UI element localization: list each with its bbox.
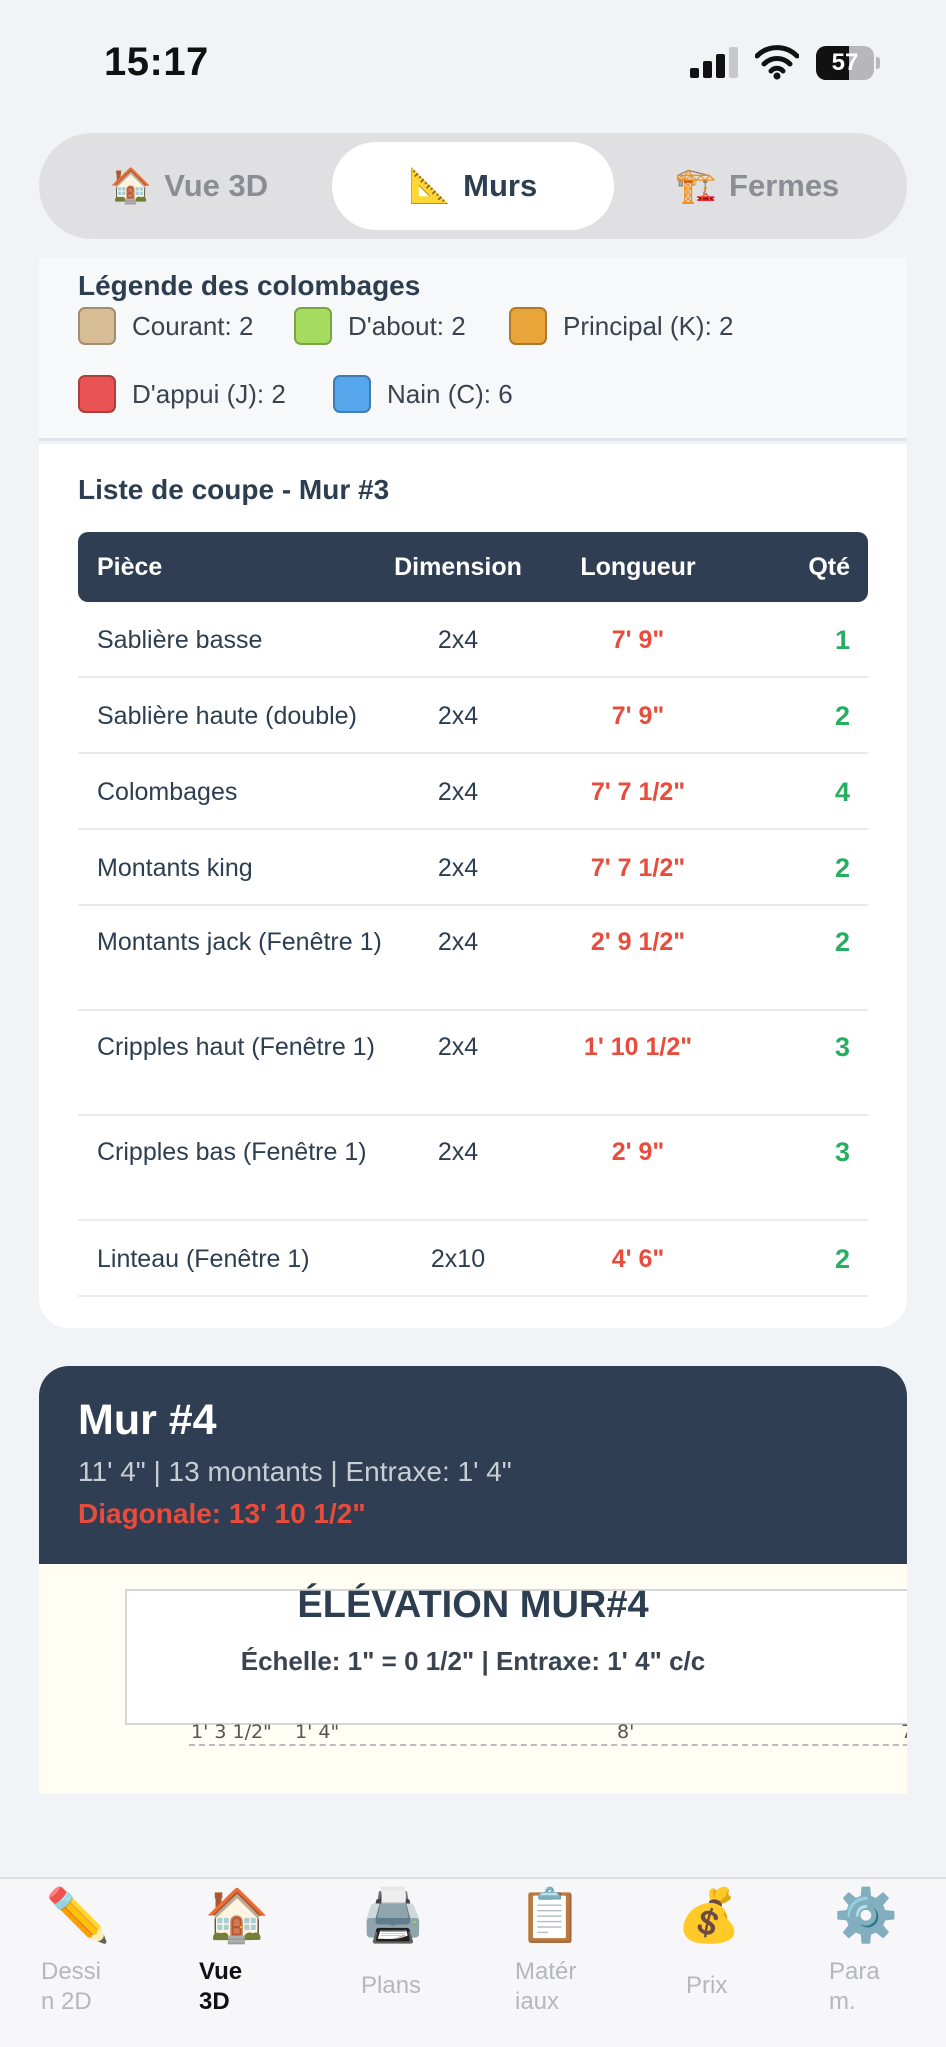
- house-icon: 🏠: [109, 167, 153, 205]
- construction-crane-icon: 🏗️: [674, 167, 718, 205]
- dimension-label: 1' 3 1/2": [191, 1721, 272, 1743]
- color-swatch: [509, 307, 547, 345]
- battery-icon: 57: [816, 46, 880, 80]
- legend-item-principal: Principal (K): 2: [509, 306, 734, 346]
- table-row: Linteau (Fenêtre 1) 2x10 4' 6" 2: [78, 1221, 868, 1297]
- wifi-icon: [755, 45, 799, 80]
- status-bar: 15:17 57: [0, 0, 946, 120]
- dimension-line: [189, 1744, 907, 1746]
- battery-level: 57: [831, 49, 859, 76]
- tab-vue-3d[interactable]: 🏠 Vue 3D: [48, 142, 330, 230]
- bottom-tab-bar: ✏️ Dessi n 2D 🏠 Vue 3D 🖨️ Plans 📋 Matér …: [0, 1877, 946, 2047]
- nav-plans[interactable]: 🖨️ Plans: [323, 1879, 463, 2047]
- nav-materiaux[interactable]: 📋 Matér iaux: [480, 1879, 620, 2047]
- color-swatch: [78, 375, 116, 413]
- legend-item-nain: Nain (C): 6: [333, 374, 513, 414]
- table-row: Montants king 2x4 7' 7 1/2" 2: [78, 830, 868, 906]
- header-dimension: Dimension: [394, 553, 522, 581]
- table-row: Cripples bas (Fenêtre 1) 2x4 2' 9" 3: [78, 1116, 868, 1221]
- elevation-title: ÉLÉVATION MUR#4: [297, 1584, 649, 1626]
- tab-label: Murs: [463, 168, 538, 203]
- nav-prix[interactable]: 💰 Prix: [639, 1879, 779, 2047]
- nav-vue-3d[interactable]: 🏠 Vue 3D: [167, 1879, 307, 2047]
- table-header: Pièce Dimension Longueur Qté: [78, 532, 868, 602]
- header-longueur: Longueur: [580, 553, 696, 581]
- dimension-label: 8': [617, 1721, 635, 1743]
- wall-header[interactable]: Mur #4 11' 4" | 13 montants | Entraxe: 1…: [39, 1366, 907, 1564]
- color-swatch: [333, 375, 371, 413]
- table-row: Sablière haute (double) 2x4 7' 9" 2: [78, 678, 868, 754]
- tab-label: Fermes: [729, 168, 840, 203]
- elevation-drawing[interactable]: ÉLÉVATION MUR#4 Échelle: 1" = 0 1/2" | E…: [39, 1564, 907, 1794]
- cut-list-title: Liste de coupe - Mur #3: [78, 474, 390, 505]
- wall-diagonal: Diagonale: 13' 10 1/2": [78, 1498, 366, 1529]
- color-swatch: [78, 307, 116, 345]
- wall-title: Mur #4: [78, 1396, 217, 1444]
- legend-item-courant: Courant: 2: [78, 306, 253, 346]
- pencil-icon: ✏️: [45, 1887, 111, 1945]
- tab-murs[interactable]: 📐 Murs: [332, 142, 614, 230]
- gear-icon: ⚙️: [833, 1887, 899, 1945]
- triangle-ruler-icon: 📐: [408, 167, 452, 205]
- printer-icon: 🖨️: [360, 1887, 426, 1945]
- house-icon: 🏠: [204, 1887, 270, 1945]
- money-bag-icon: 💰: [676, 1887, 742, 1945]
- header-piece: Pièce: [97, 553, 163, 581]
- legend-item-dappui: D'appui (J): 2: [78, 374, 286, 414]
- elevation-scale: Échelle: 1" = 0 1/2" | Entraxe: 1' 4" c/…: [240, 1646, 706, 1676]
- clipboard-icon: 📋: [517, 1887, 583, 1945]
- color-swatch: [294, 307, 332, 345]
- cellular-signal-icon: [690, 47, 740, 78]
- table-row: Colombages 2x4 7' 7 1/2" 4: [78, 754, 868, 830]
- status-time: 15:17: [104, 40, 209, 84]
- table-row: Montants jack (Fenêtre 1) 2x4 2' 9 1/2" …: [78, 906, 868, 1011]
- nav-dessin-2d[interactable]: ✏️ Dessi n 2D: [8, 1879, 148, 2047]
- legend-title: Légende des colombages: [78, 270, 421, 301]
- wall-meta: 11' 4" | 13 montants | Entraxe: 1' 4": [78, 1456, 512, 1487]
- nav-parametres[interactable]: ⚙️ Para m.: [796, 1879, 936, 2047]
- table-row: Sablière basse 2x4 7' 9" 1: [78, 602, 868, 678]
- cut-list-card: Liste de coupe - Mur #3 Pièce Dimension …: [39, 444, 907, 1328]
- legend-item-dabout: D'about: 2: [294, 306, 466, 346]
- tab-fermes[interactable]: 🏗️ Fermes: [616, 142, 898, 230]
- header-qte: Qté: [808, 553, 850, 581]
- tab-label: Vue 3D: [164, 168, 269, 203]
- stud-legend: Légende des colombages Courant: 2 D'abou…: [39, 258, 907, 441]
- table-row: Cripples haut (Fenêtre 1) 2x4 1' 10 1/2"…: [78, 1011, 868, 1116]
- dimension-label: 7: [901, 1721, 907, 1743]
- dimension-label: 1' 4": [295, 1721, 340, 1743]
- view-segmented-control: 🏠 Vue 3D 📐 Murs 🏗️ Fermes: [39, 133, 907, 239]
